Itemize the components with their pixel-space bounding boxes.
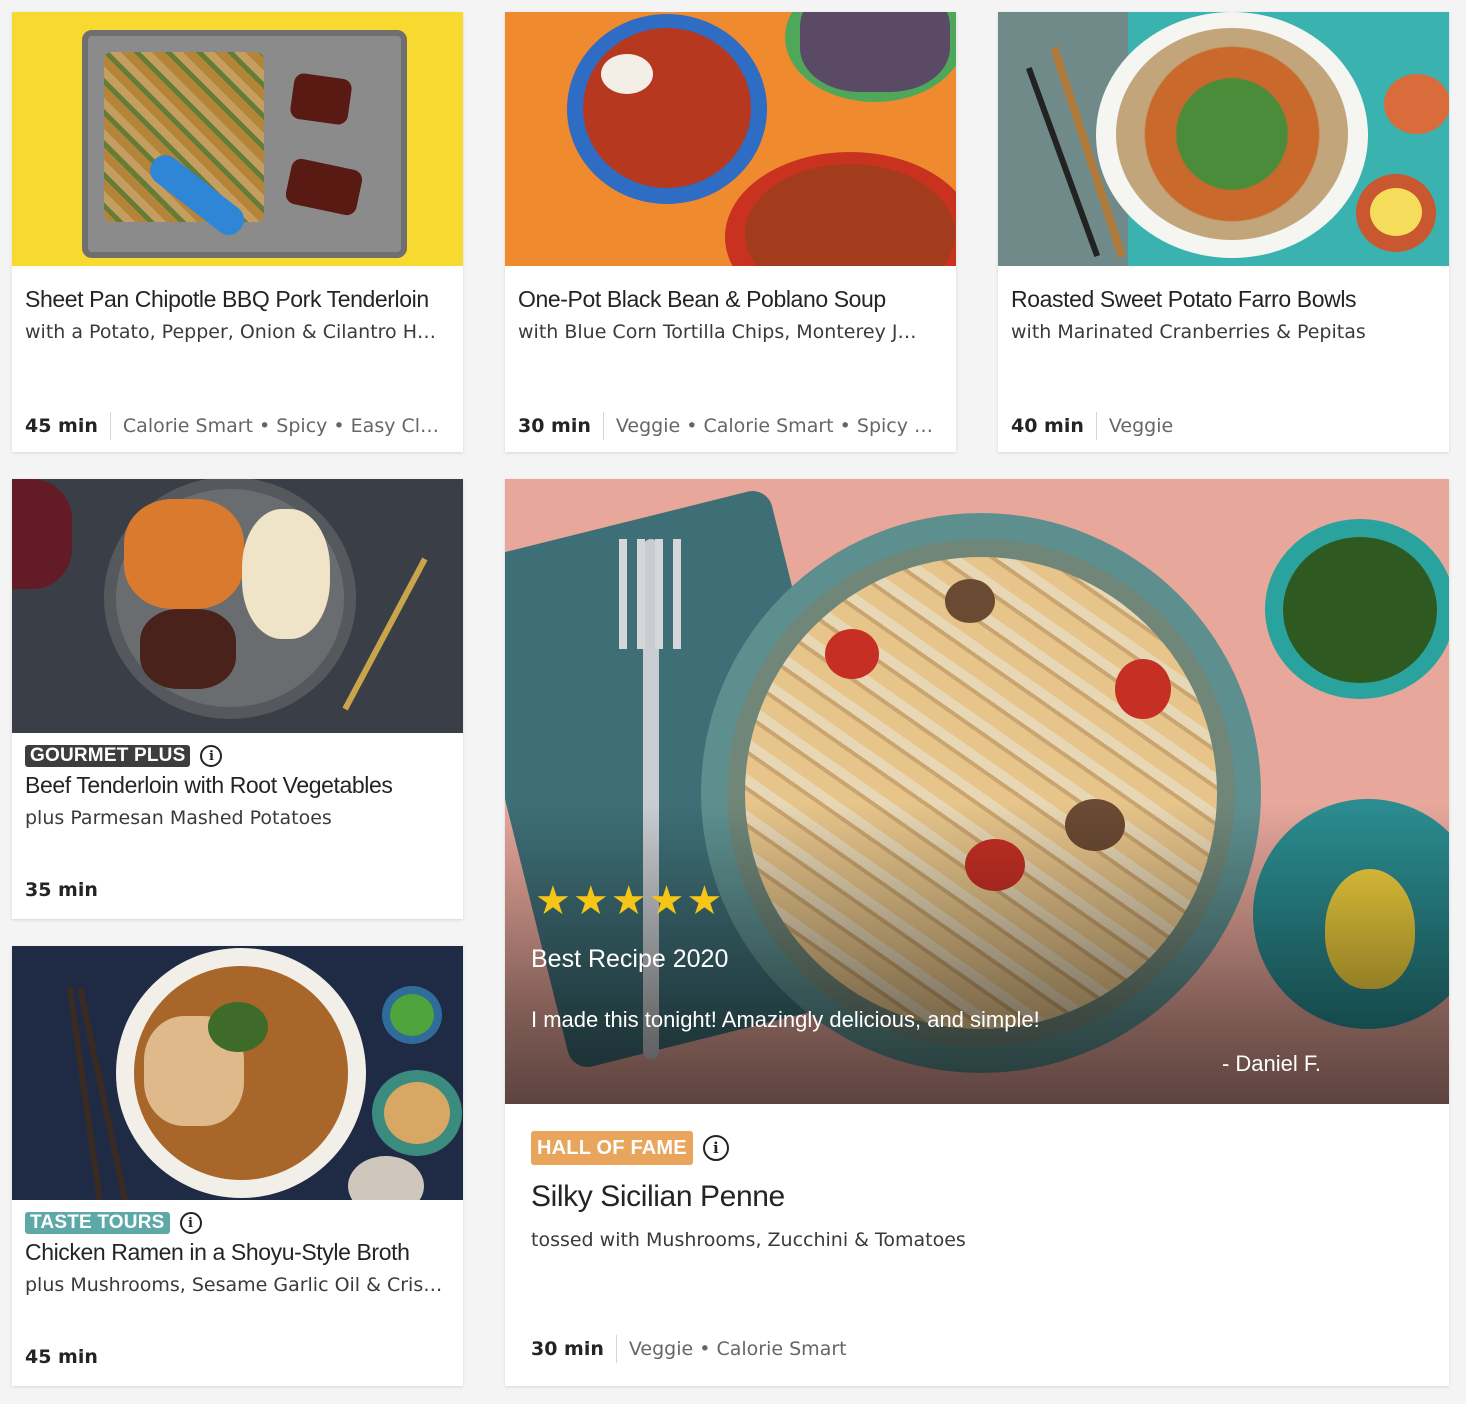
gourmet-plus-badge: GOURMET PLUS: [25, 745, 191, 767]
recipe-title[interactable]: One-Pot Black Bean & Poblano Soup: [518, 285, 943, 313]
recipe-image[interactable]: [12, 946, 463, 1200]
recipe-subtitle: with a Potato, Pepper, Onion & Cilantro …: [25, 321, 436, 343]
recipe-title[interactable]: Silky Sicilian Penne: [531, 1179, 1436, 1215]
cook-time: 30 min: [518, 415, 591, 437]
recipe-tags: Calorie Smart • Spicy • Easy Cl…: [122, 415, 440, 437]
recipe-tags: Veggie • Calorie Smart • Spicy •…: [615, 415, 943, 437]
recipe-title[interactable]: Beef Tenderloin with Root Vegetables: [25, 771, 450, 799]
divider: [602, 412, 604, 440]
review-title: Best Recipe 2020: [531, 945, 729, 973]
cook-time: 35 min: [25, 879, 98, 901]
recipe-title[interactable]: Roasted Sweet Potato Farro Bowls: [1011, 285, 1436, 313]
recipe-subtitle: tossed with Mushrooms, Zucchini & Tomato…: [531, 1229, 966, 1251]
recipe-title[interactable]: Sheet Pan Chipotle BBQ Pork Tenderloin: [25, 285, 450, 313]
hall-of-fame-badge: HALL OF FAME: [531, 1131, 693, 1165]
review-text: I made this tonight! Amazingly delicious…: [531, 1007, 1040, 1032]
recipe-title[interactable]: Chicken Ramen in a Shoyu-Style Broth: [25, 1238, 450, 1266]
info-icon[interactable]: i: [702, 1135, 729, 1161]
cook-time: 45 min: [25, 1346, 98, 1368]
cook-time: 45 min: [25, 415, 98, 437]
review-author: - Daniel F.: [1221, 1051, 1321, 1076]
featured-recipe-image[interactable]: ★★★★★ Best Recipe 2020 I made this tonig…: [505, 479, 1449, 1104]
divider: [615, 1335, 617, 1363]
recipe-card[interactable]: TASTE TOURS i Chicken Ramen in a Shoyu-S…: [12, 946, 463, 1386]
taste-tours-badge: TASTE TOURS: [25, 1212, 170, 1234]
recipe-image[interactable]: [12, 12, 463, 266]
recipe-tags: Veggie: [1108, 415, 1174, 437]
divider: [109, 412, 111, 440]
recipe-card[interactable]: Roasted Sweet Potato Farro Bowls with Ma…: [998, 12, 1449, 452]
recipe-subtitle: with Marinated Cranberries & Pepitas: [1011, 321, 1366, 343]
recipe-tags: Veggie • Calorie Smart: [628, 1338, 847, 1360]
recipe-image[interactable]: [998, 12, 1449, 266]
divider: [1095, 412, 1097, 440]
rating-stars: ★★★★★: [535, 878, 725, 924]
cook-time: 30 min: [531, 1338, 604, 1360]
recipe-subtitle: plus Parmesan Mashed Potatoes: [25, 807, 332, 829]
info-icon[interactable]: i: [179, 1212, 202, 1234]
recipe-image[interactable]: [505, 12, 956, 266]
cook-time: 40 min: [1011, 415, 1084, 437]
recipe-subtitle: with Blue Corn Tortilla Chips, Monterey …: [518, 321, 917, 343]
recipe-subtitle: plus Mushrooms, Sesame Garlic Oil & Cris…: [25, 1274, 443, 1296]
info-icon[interactable]: i: [200, 745, 223, 767]
recipe-image[interactable]: [12, 479, 463, 733]
recipe-card[interactable]: Sheet Pan Chipotle BBQ Pork Tenderloin w…: [12, 12, 463, 452]
recipe-card[interactable]: GOURMET PLUS i Beef Tenderloin with Root…: [12, 479, 463, 919]
featured-recipe-card[interactable]: ★★★★★ Best Recipe 2020 I made this tonig…: [505, 479, 1449, 1386]
recipe-card[interactable]: One-Pot Black Bean & Poblano Soup with B…: [505, 12, 956, 452]
